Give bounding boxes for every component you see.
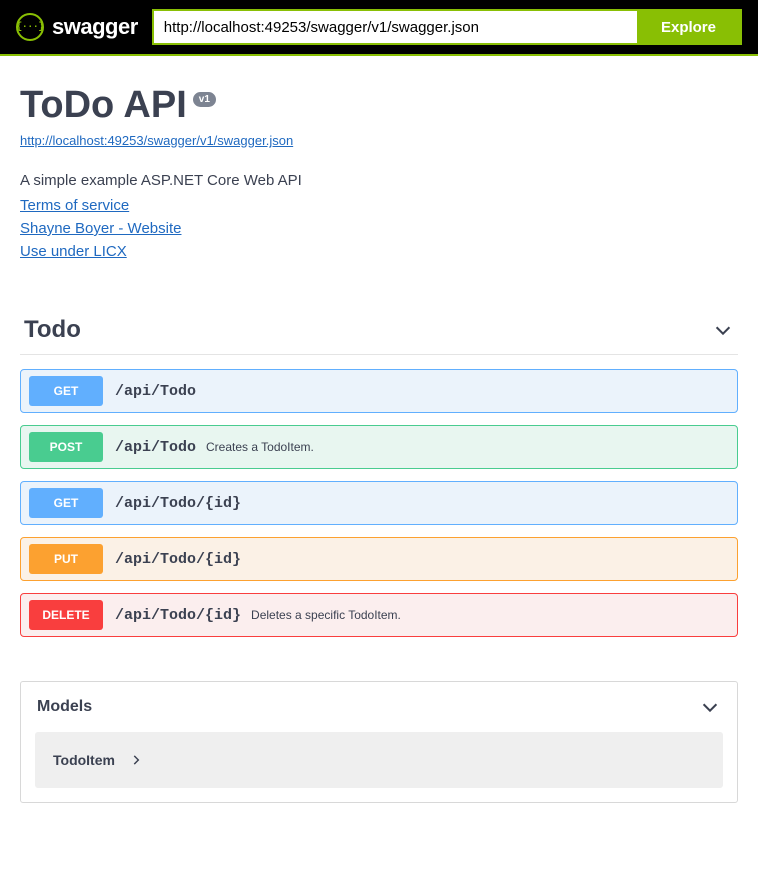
operation-path: /api/Todo [115, 439, 196, 456]
operations-list: GET/api/Todo POST/api/Todo Creates a TodoI… [20, 369, 738, 637]
operation-path: /api/Todo/{id} [115, 495, 241, 512]
chevron-right-icon [129, 753, 143, 767]
tag-header-todo[interactable]: Todo [20, 316, 738, 355]
swagger-logo-icon: {···} [16, 13, 44, 41]
api-title: ToDo API [20, 84, 187, 127]
operation-summary: Creates a TodoItem. [206, 440, 314, 454]
operation-delete[interactable]: DELETE/api/Todo/{id} Deletes a specific T… [20, 593, 738, 637]
model-item[interactable]: TodoItem [35, 732, 723, 788]
api-title-row: ToDo API v1 [20, 84, 738, 127]
models-header[interactable]: Models [21, 682, 737, 732]
api-meta-links: Terms of service Shayne Boyer - Website … [20, 197, 738, 260]
operation-post[interactable]: POST/api/Todo Creates a TodoItem. [20, 425, 738, 469]
spec-url-form: Explore [152, 9, 742, 45]
method-badge: DELETE [29, 600, 103, 630]
model-name: TodoItem [53, 752, 115, 768]
chevron-down-icon [699, 696, 721, 718]
explore-button[interactable]: Explore [637, 11, 740, 43]
license-link[interactable]: Use under LICX [20, 243, 127, 260]
contact-link[interactable]: Shayne Boyer - Website [20, 220, 181, 237]
swagger-brand-text: swagger [52, 14, 138, 40]
tag-name: Todo [24, 316, 81, 344]
main-content: ToDo API v1 http://localhost:49253/swagg… [0, 56, 758, 803]
method-badge: GET [29, 488, 103, 518]
api-version-badge: v1 [193, 92, 216, 107]
spec-json-link[interactable]: http://localhost:49253/swagger/v1/swagge… [20, 133, 293, 148]
operation-get[interactable]: GET/api/Todo [20, 369, 738, 413]
terms-of-service-link[interactable]: Terms of service [20, 197, 129, 214]
operation-path: /api/Todo/{id} [115, 607, 241, 624]
method-badge: PUT [29, 544, 103, 574]
models-section: Models TodoItem [20, 681, 738, 803]
models-list: TodoItem [21, 732, 737, 788]
operation-path: /api/Todo/{id} [115, 551, 241, 568]
tag-section-todo: Todo GET/api/Todo POST/api/Todo Creates a … [20, 316, 738, 637]
chevron-down-icon [712, 319, 734, 341]
method-badge: GET [29, 376, 103, 406]
models-heading: Models [37, 698, 92, 716]
spec-url-input[interactable] [154, 11, 637, 43]
api-description: A simple example ASP.NET Core Web API [20, 172, 738, 189]
method-badge: POST [29, 432, 103, 462]
operation-put[interactable]: PUT/api/Todo/{id} [20, 537, 738, 581]
swagger-brand: {···} swagger [16, 13, 138, 41]
operation-get[interactable]: GET/api/Todo/{id} [20, 481, 738, 525]
operation-summary: Deletes a specific TodoItem. [251, 608, 401, 622]
operation-path: /api/Todo [115, 383, 196, 400]
topbar: {···} swagger Explore [0, 0, 758, 56]
